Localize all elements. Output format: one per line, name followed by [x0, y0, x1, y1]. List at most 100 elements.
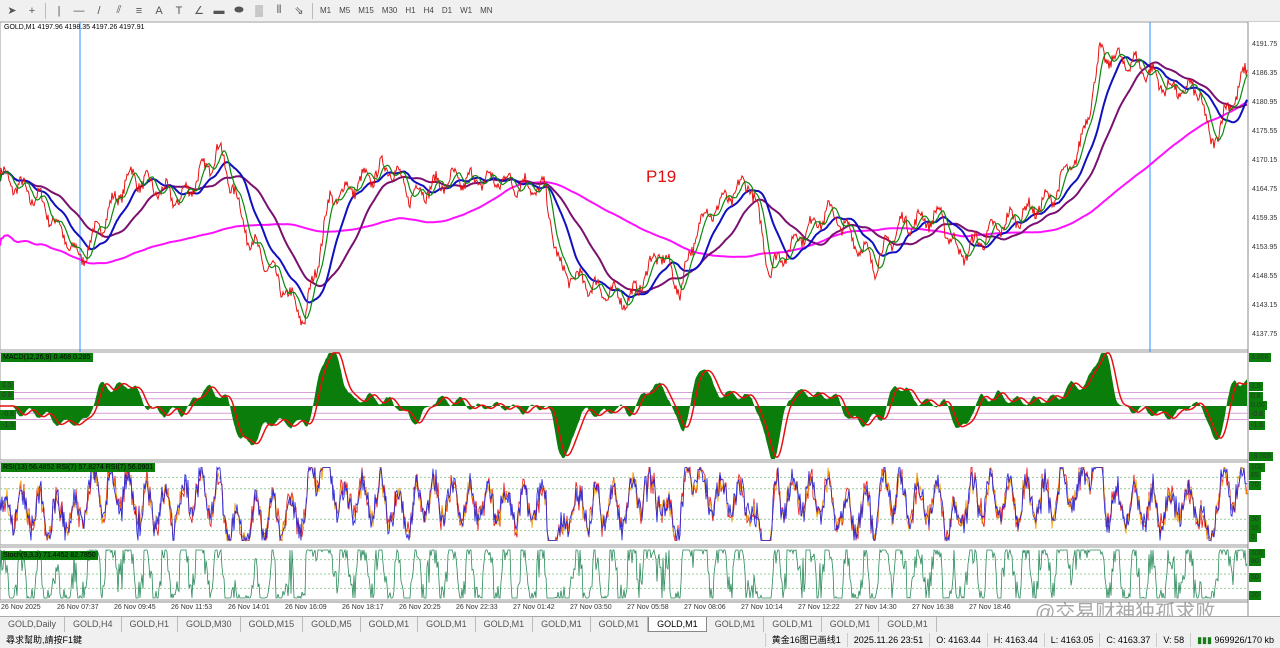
- macd-level-label: -0.8: [0, 410, 17, 419]
- status-open: O: 4163.44: [929, 633, 987, 647]
- macd-axis-label: -1.5: [1249, 421, 1266, 430]
- status-high: H: 4163.44: [986, 633, 1044, 647]
- chart-tab[interactable]: GOLD,Daily: [0, 617, 66, 632]
- chart-tab[interactable]: GOLD,M1: [707, 617, 765, 632]
- toolbar: ➤ + | — / ⫽ ≡ A T ∠ ▬ ⬬ ▒ ⦀ ⇘ M1 M5 M15 M30 H1 H4 D1 W1 MN: [0, 0, 1280, 22]
- rsi-axis-label: 85: [1249, 471, 1261, 480]
- time-axis-label: 26 Nov 22:33: [456, 604, 498, 611]
- timeframe-h1[interactable]: H1: [401, 6, 419, 15]
- rsi-axis-label: 0: [1249, 533, 1257, 542]
- chart-annotation: P19: [646, 167, 677, 186]
- status-low: L: 4163.05: [1043, 633, 1100, 647]
- macd-title: MACD(12,26,9) 0.468 0.285: [1, 353, 93, 362]
- status-bar: 尋求幫助,請按F1鍵 黄金16图已画线1 2025.11.26 23:51 O:…: [0, 632, 1280, 648]
- timeframe-m1[interactable]: M1: [316, 6, 335, 15]
- chart-tab[interactable]: GOLD,M1: [648, 617, 707, 632]
- chart-tab[interactable]: GOLD,M1: [591, 617, 649, 632]
- pattern-tool-icon[interactable]: ▒: [249, 2, 269, 20]
- timeframe-h4[interactable]: H4: [420, 6, 438, 15]
- price-axis-label: 4148.55: [1252, 273, 1278, 280]
- chart-tab[interactable]: GOLD,M15: [241, 617, 304, 632]
- status-volume: V: 58: [1156, 633, 1190, 647]
- price-axis-label: 4170.15: [1252, 157, 1278, 164]
- time-axis-label: 26 Nov 2025: [1, 604, 41, 611]
- time-axis-label: 27 Nov 08:06: [684, 604, 726, 611]
- time-axis-label: 27 Nov 12:22: [798, 604, 840, 611]
- chart-tab[interactable]: GOLD,M1: [879, 617, 937, 632]
- time-axis-label: 26 Nov 18:17: [342, 604, 384, 611]
- cycles-tool-icon[interactable]: ⦀: [269, 2, 289, 20]
- chart-tab[interactable]: GOLD,M30: [178, 617, 241, 632]
- timeframe-m15[interactable]: M15: [354, 6, 378, 15]
- horizontal-line-tool-icon[interactable]: —: [69, 2, 89, 20]
- macd-axis-label: -3.765: [1249, 452, 1273, 461]
- channel-tool-icon[interactable]: ≡: [129, 2, 149, 20]
- chart-tabs: GOLD,Daily GOLD,H4 GOLD,H1 GOLD,M30 GOLD,M15…: [0, 616, 1280, 632]
- time-axis-label: 26 Nov 09:45: [114, 604, 156, 611]
- price-axis-label: 4159.35: [1252, 215, 1278, 222]
- chart-tab[interactable]: GOLD,M5: [303, 617, 361, 632]
- status-help: 尋求幫助,請按F1鍵: [6, 635, 83, 645]
- macd-axis-label: 1.5: [1249, 382, 1263, 391]
- stoch-axis-label: 20: [1249, 591, 1261, 600]
- chart-title: GOLD,M1 4197.96 4198.35 4197.26 4197.91: [4, 24, 145, 31]
- chart-tab[interactable]: GOLD,M1: [822, 617, 880, 632]
- timeframe-w1[interactable]: W1: [456, 6, 476, 15]
- cursor-tool-icon[interactable]: ➤: [2, 2, 22, 20]
- trend-line-tool-icon[interactable]: /: [89, 2, 109, 20]
- timeframe-m5[interactable]: M5: [335, 6, 354, 15]
- time-axis-label: 26 Nov 11:53: [171, 604, 213, 611]
- ellipse-tool-icon[interactable]: ⬬: [229, 2, 249, 20]
- stoch-axis-label: 50: [1249, 573, 1261, 582]
- status-close: C: 4163.37: [1099, 633, 1156, 647]
- time-axis-label: 26 Nov 16:09: [285, 604, 327, 611]
- time-axis-label: 27 Nov 10:14: [741, 604, 783, 611]
- chart-tab[interactable]: GOLD,H1: [122, 617, 179, 632]
- price-axis-label: 4175.55: [1252, 128, 1278, 135]
- price-axis-label: 4164.75: [1252, 186, 1278, 193]
- chart-tab[interactable]: GOLD,H4: [65, 617, 122, 632]
- time-axis-label: 26 Nov 20:25: [399, 604, 441, 611]
- timeframe-mn[interactable]: MN: [476, 6, 496, 15]
- price-axis-label: 4180.95: [1252, 99, 1278, 106]
- chart-tab[interactable]: GOLD,M1: [764, 617, 822, 632]
- macd-axis-label: -0.8: [1249, 410, 1266, 419]
- chart-tab[interactable]: GOLD,M1: [418, 617, 476, 632]
- connection-bars-icon: ▮▮▮: [1197, 635, 1215, 645]
- macd-axis-label: 3.858: [1249, 353, 1271, 362]
- stoch-title: Stoch(9,3,3) 71.4452 82.7850: [1, 551, 98, 560]
- crosshair-tool-icon[interactable]: +: [22, 2, 42, 20]
- price-axis-label: 4186.35: [1252, 70, 1278, 77]
- rsi-axis-label: 30: [1249, 515, 1261, 524]
- time-axis-label: 27 Nov 01:42: [513, 604, 555, 611]
- chart-tab[interactable]: GOLD,M1: [476, 617, 534, 632]
- price-axis-label: 4143.15: [1252, 302, 1278, 309]
- time-axis-label: 26 Nov 07:37: [57, 604, 99, 611]
- macd-axis-label: 0.00: [1249, 401, 1267, 410]
- rsi-axis-label: 15: [1249, 524, 1261, 533]
- macd-level-label: -1.5: [0, 421, 17, 430]
- rectangle-tool-icon[interactable]: ▬: [209, 2, 229, 20]
- chart-area[interactable]: [0, 22, 1280, 616]
- text-label-tool-icon[interactable]: T: [169, 2, 189, 20]
- gann-tool-icon[interactable]: ∠: [189, 2, 209, 20]
- fibonacci-tool-icon[interactable]: ⫽: [109, 2, 129, 20]
- timeframe-m30[interactable]: M30: [378, 6, 402, 15]
- time-axis-label: 27 Nov 16:38: [912, 604, 954, 611]
- chart-tab[interactable]: GOLD,M1: [361, 617, 419, 632]
- indicator-frame: [0, 461, 1249, 546]
- stoch-axis-label: 80: [1249, 557, 1261, 566]
- vertical-line-tool-icon[interactable]: |: [49, 2, 69, 20]
- status-profile: 黄金16图已画线1: [764, 633, 847, 647]
- rsi-title: RSI(13) 56.4852 RSI(7) 57.8274 RSI(7) 56…: [1, 463, 156, 472]
- chart-tab[interactable]: GOLD,M1: [533, 617, 591, 632]
- text-tool-icon[interactable]: A: [149, 2, 169, 20]
- time-axis-label: 27 Nov 03:50: [570, 604, 612, 611]
- price-axis-label: 4191.75: [1252, 41, 1278, 48]
- macd-axis-label: 0.8: [1249, 392, 1263, 401]
- status-traffic-value: 969926/170 kb: [1214, 635, 1274, 645]
- price-axis-label: 4137.75: [1252, 331, 1278, 338]
- timeframe-d1[interactable]: D1: [438, 6, 456, 15]
- time-axis-label: 27 Nov 14:30: [855, 604, 897, 611]
- arrows-tool-icon[interactable]: ⇘: [289, 2, 309, 20]
